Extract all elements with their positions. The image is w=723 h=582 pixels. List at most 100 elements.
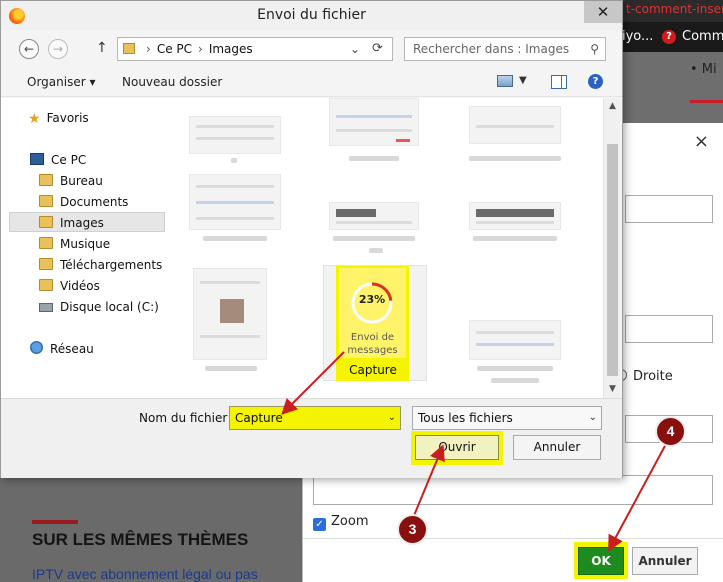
step-marker-4: 4 (655, 416, 686, 447)
ok-button[interactable]: OK (578, 547, 624, 575)
capture-file-name[interactable]: Capture (339, 363, 407, 377)
background-bullet: • Mi (690, 62, 717, 77)
close-icon[interactable]: × (694, 131, 709, 152)
address-row: ← → ↑ › Ce PC › Images ⌄ ⟳ Rechercher dans … (1, 31, 622, 65)
dialog-field[interactable] (625, 195, 713, 223)
view-dropdown-icon[interactable]: ▼ (519, 75, 527, 86)
filetype-select[interactable]: Tous les fichiers ⌄ (412, 406, 602, 430)
chevron-down-icon[interactable]: ⌄ (350, 38, 360, 60)
background-nav-item-comment[interactable]: Comme (682, 22, 723, 52)
progress-percent: 23% (358, 293, 386, 306)
up-arrow-icon[interactable]: ↑ (96, 40, 108, 56)
folder-icon (39, 237, 53, 249)
search-input[interactable]: Rechercher dans : Images ⚲ (404, 37, 606, 61)
nav-item-favoris[interactable]: ★ Favoris (28, 108, 89, 128)
file-thumbnail[interactable] (469, 320, 561, 360)
navigation-pane: ★ Favoris Ce PC Bureau Documents Images M… (1, 98, 173, 398)
close-button[interactable]: ✕ (584, 1, 622, 23)
file-thumbnail[interactable] (193, 268, 267, 360)
file-caption (477, 366, 553, 371)
folder-icon (39, 216, 53, 228)
nav-item-bureau[interactable]: Bureau (39, 171, 103, 191)
file-caption (369, 248, 383, 253)
chevron-down-icon[interactable]: ⌄ (589, 407, 597, 429)
nav-item-documents[interactable]: Documents (39, 192, 128, 212)
file-caption (491, 378, 539, 383)
network-icon (30, 341, 43, 354)
align-right-label: Droite (633, 369, 673, 384)
background-divider (690, 100, 723, 103)
scrollbar-thumb[interactable] (607, 144, 618, 376)
folder-icon (39, 174, 53, 186)
search-placeholder: Rechercher dans : Images (413, 42, 570, 56)
open-button[interactable]: Ouvrir (415, 435, 499, 460)
folder-icon (123, 43, 135, 54)
file-caption (469, 156, 561, 161)
dialog-wide-field[interactable] (313, 475, 713, 505)
folder-icon (39, 258, 53, 270)
chevron-right-icon: › (198, 42, 203, 56)
view-mode-icon[interactable] (497, 75, 513, 87)
nav-label: Favoris (46, 111, 89, 125)
scroll-down-icon[interactable]: ▼ (604, 381, 621, 398)
zoom-option[interactable]: ✓ Zoom (313, 514, 368, 531)
nav-item-videos[interactable]: Vidéos (39, 276, 100, 296)
file-caption (203, 236, 267, 241)
chevron-down-icon[interactable]: ⌄ (388, 407, 396, 429)
address-bar[interactable]: › Ce PC › Images ⌄ ⟳ (117, 37, 393, 61)
file-thumbnail[interactable] (469, 202, 561, 230)
scroll-up-icon[interactable]: ▲ (604, 98, 621, 115)
file-scrollbar[interactable]: ▲ ▼ (603, 98, 620, 398)
nav-label: Ce PC (51, 153, 87, 167)
computer-icon (30, 153, 44, 165)
nav-label: Réseau (50, 342, 94, 356)
dialog-titlebar: Envoi du fichier ✕ (1, 1, 622, 31)
preview-pane-icon[interactable] (551, 75, 567, 89)
nav-label: Téléchargements (60, 258, 163, 272)
progress-label: Envoi de messages (347, 332, 398, 356)
nav-item-ce-pc[interactable]: Ce PC (30, 150, 86, 170)
file-thumbnail[interactable] (469, 106, 561, 144)
organise-menu[interactable]: Organiser ▾ (27, 75, 95, 89)
cancel-button[interactable]: Annuler (513, 435, 601, 460)
checkbox-checked-icon[interactable]: ✓ (313, 518, 326, 531)
folder-icon (39, 279, 53, 291)
question-icon: ? (662, 30, 676, 44)
nav-item-images[interactable]: Images (9, 212, 165, 232)
new-folder-button[interactable]: Nouveau dossier (122, 75, 222, 89)
file-upload-dialog: Envoi du fichier ✕ ← → ↑ › Ce PC › Images ⌄… (0, 0, 623, 478)
zoom-label: Zoom (331, 514, 369, 529)
filename-input[interactable]: Capture ⌄ (229, 406, 401, 430)
file-thumbnail[interactable] (329, 202, 419, 230)
filename-value: Capture (235, 411, 283, 425)
folder-icon (39, 195, 53, 207)
dialog-footer: Nom du fichier : Capture ⌄ Tous les fich… (1, 398, 622, 478)
dialog-cancel-button[interactable]: Annuler (632, 547, 698, 575)
search-icon[interactable]: ⚲ (590, 38, 599, 60)
file-caption (473, 236, 557, 241)
nav-label: Musique (60, 237, 111, 251)
nav-item-disque[interactable]: Disque local (C:) (39, 297, 159, 317)
file-thumbnail[interactable] (189, 116, 281, 154)
refresh-icon[interactable]: ⟳ (372, 38, 383, 60)
file-thumbnail[interactable] (329, 98, 419, 146)
align-right-option[interactable]: Droite (615, 369, 673, 384)
nav-item-telechargements[interactable]: Téléchargements (39, 255, 162, 275)
breadcrumb-images[interactable]: Images (209, 42, 253, 56)
section-heading: SUR LES MÊMES THÈMES (32, 530, 249, 549)
help-icon[interactable]: ? (588, 74, 603, 89)
file-caption (231, 158, 237, 163)
forward-arrow-icon[interactable]: → (48, 39, 68, 59)
dialog-divider (303, 538, 723, 539)
file-caption (333, 236, 415, 241)
related-article-link[interactable]: IPTV avec abonnement légal ou pas (32, 566, 258, 582)
background-nav-item[interactable]: iyo... (622, 22, 653, 52)
nav-item-musique[interactable]: Musique (39, 234, 110, 254)
dialog-field[interactable] (625, 315, 713, 343)
star-icon: ★ (28, 111, 41, 127)
file-thumbnail[interactable] (189, 174, 281, 230)
nav-item-reseau[interactable]: Réseau (30, 339, 94, 359)
back-arrow-icon[interactable]: ← (19, 39, 39, 59)
nav-label: Vidéos (60, 279, 100, 293)
breadcrumb-ce-pc[interactable]: Ce PC (157, 42, 192, 56)
